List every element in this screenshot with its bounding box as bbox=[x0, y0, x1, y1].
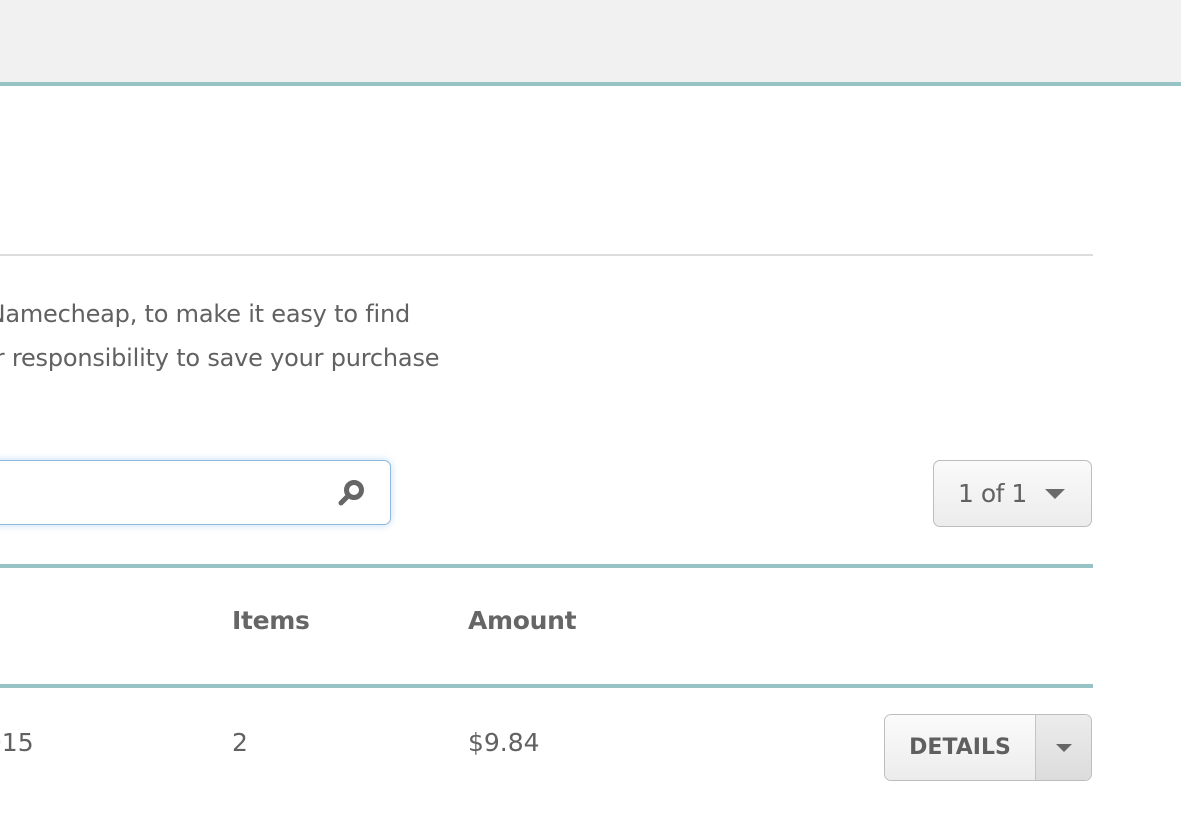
intro-text-line-1: ced with Namecheap, to make it easy to f… bbox=[0, 300, 410, 328]
search-box[interactable] bbox=[0, 460, 391, 525]
caret-down-icon bbox=[1044, 488, 1065, 499]
table-top-rule bbox=[0, 564, 1093, 568]
table-header-rule bbox=[0, 684, 1093, 688]
section-divider bbox=[0, 254, 1093, 256]
search-icon[interactable] bbox=[336, 478, 366, 508]
details-button[interactable]: DETAILS bbox=[885, 715, 1036, 780]
search-input[interactable] bbox=[0, 461, 313, 525]
row-items: 2 bbox=[232, 728, 248, 757]
row-date: 2015 bbox=[0, 728, 34, 757]
column-header-items[interactable]: Items bbox=[232, 606, 310, 635]
column-header-amount[interactable]: Amount bbox=[468, 606, 577, 635]
details-dropdown-toggle[interactable] bbox=[1036, 715, 1091, 780]
intro-text: ced with Namecheap, to make it easy to f… bbox=[0, 292, 640, 380]
page-selector-label: 1 of 1 bbox=[958, 479, 1027, 508]
top-header-bar bbox=[0, 0, 1181, 86]
intro-text-line-2: e, it's your responsibility to save your… bbox=[0, 344, 440, 372]
details-split-button: DETAILS bbox=[884, 714, 1092, 781]
caret-down-icon bbox=[1055, 743, 1072, 752]
row-amount: $9.84 bbox=[468, 728, 540, 757]
page-selector[interactable]: 1 of 1 bbox=[933, 460, 1092, 527]
